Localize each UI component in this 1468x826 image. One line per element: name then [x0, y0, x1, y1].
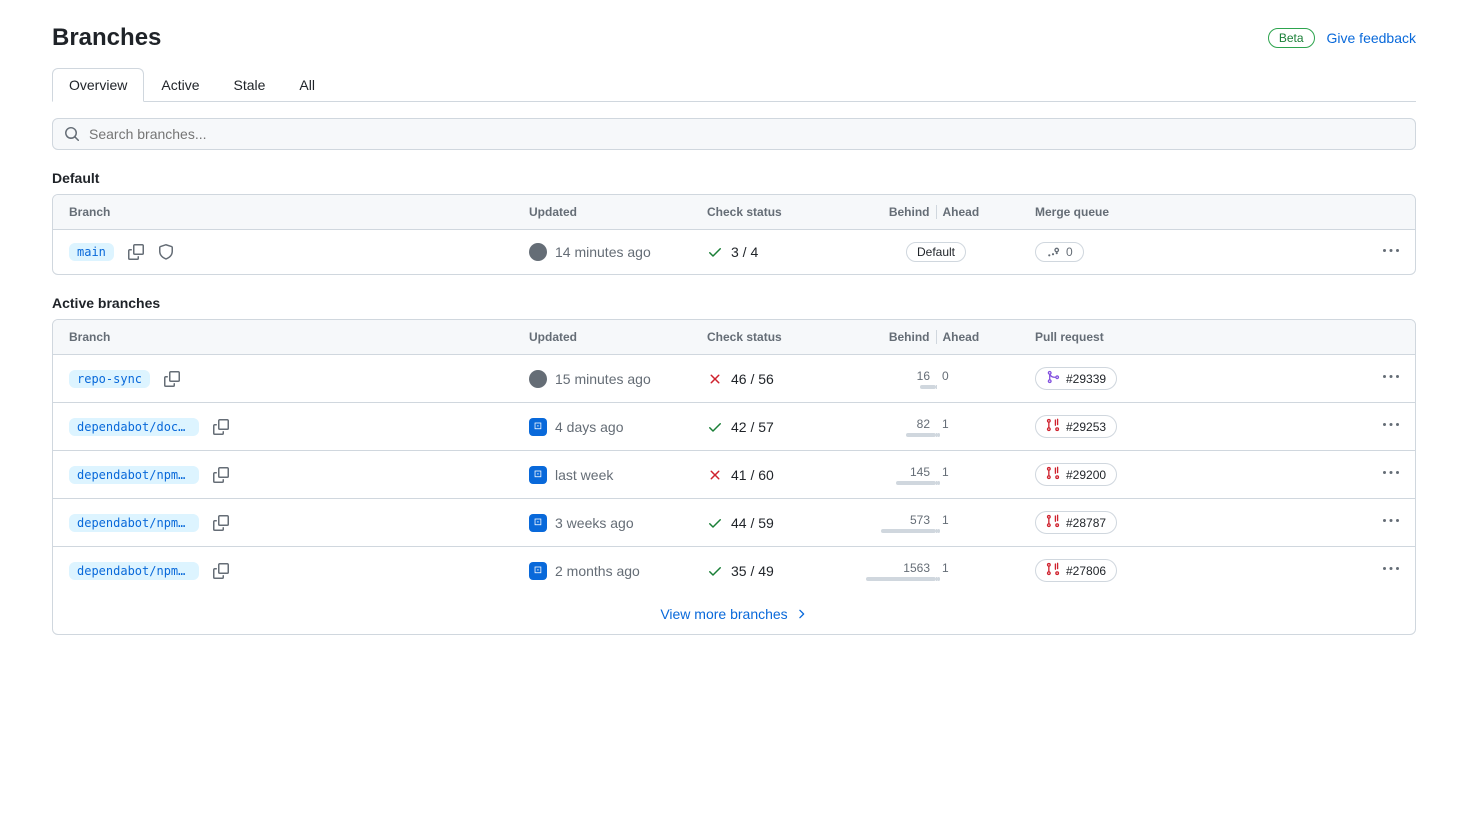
branch-name[interactable]: dependabot/npm_an… — [69, 514, 199, 532]
branch-name[interactable]: dependabot/npm_an… — [69, 466, 199, 484]
row-actions-button[interactable] — [1383, 513, 1399, 532]
page-title: Branches — [52, 24, 161, 52]
table-row: dependabot/docker… ⊡ 4 days ago 42 / 57 … — [53, 403, 1415, 451]
table-row: main 14 minutes ago 3 / 4 Default 0 — [53, 230, 1415, 274]
check-status[interactable]: 46 / 56 — [731, 371, 774, 387]
updated-time: last week — [555, 467, 613, 483]
behind-ahead[interactable]: 16 0 — [857, 369, 1015, 389]
table-row: dependabot/npm_an… ⊡ 2 months ago 35 / 4… — [53, 547, 1415, 594]
check-status[interactable]: 3 / 4 — [731, 244, 758, 260]
col-check: Check status — [707, 205, 857, 219]
table-row: dependabot/npm_an… ⊡ 3 weeks ago 44 / 59… — [53, 499, 1415, 547]
avatar[interactable] — [529, 243, 547, 261]
pull-request-badge[interactable]: #29200 — [1035, 463, 1117, 486]
col-behind-ahead: Behind Ahead — [857, 205, 1015, 219]
updated-time: 3 weeks ago — [555, 515, 634, 531]
behind-ahead[interactable]: 82 1 — [857, 417, 1015, 437]
merge-queue-badge[interactable]: 0 — [1035, 242, 1084, 262]
default-table: Branch Updated Check status Behind Ahead… — [52, 194, 1416, 275]
col-branch: Branch — [69, 205, 529, 219]
col-merge-queue: Merge queue — [1015, 205, 1359, 219]
behind-ahead[interactable]: 573 1 — [857, 513, 1015, 533]
table-row: dependabot/npm_an… ⊡ last week 41 / 60 1… — [53, 451, 1415, 499]
copy-icon[interactable] — [213, 419, 229, 435]
behind-ahead[interactable]: 145 1 — [857, 465, 1015, 485]
pull-request-icon — [1046, 466, 1060, 483]
shield-icon[interactable] — [158, 244, 174, 260]
view-more: View more branches — [53, 594, 1415, 634]
updated-time: 2 months ago — [555, 563, 640, 579]
branch-name[interactable]: main — [69, 243, 114, 261]
view-more-link[interactable]: View more branches — [660, 606, 807, 622]
beta-badge: Beta — [1268, 28, 1315, 48]
pull-request-icon — [1046, 514, 1060, 531]
copy-icon[interactable] — [213, 563, 229, 579]
tabs: Overview Active Stale All — [52, 68, 1416, 102]
give-feedback-link[interactable]: Give feedback — [1327, 30, 1417, 46]
tab-overview[interactable]: Overview — [52, 68, 144, 102]
bot-avatar[interactable]: ⊡ — [529, 418, 547, 436]
active-table: Branch Updated Check status Behind Ahead… — [52, 319, 1416, 635]
pull-request-icon — [1046, 370, 1060, 387]
copy-icon[interactable] — [164, 371, 180, 387]
copy-icon[interactable] — [128, 244, 144, 260]
pull-request-icon — [1046, 562, 1060, 579]
search-icon — [64, 126, 80, 142]
branch-name[interactable]: dependabot/npm_an… — [69, 562, 199, 580]
updated-time: 14 minutes ago — [555, 244, 651, 260]
active-section-title: Active branches — [52, 295, 1416, 311]
chevron-right-icon — [794, 607, 808, 621]
search-input[interactable] — [52, 118, 1416, 150]
row-actions-button[interactable] — [1383, 369, 1399, 388]
tab-stale[interactable]: Stale — [216, 68, 282, 101]
branch-name[interactable]: dependabot/docker… — [69, 418, 199, 436]
page-header: Branches Beta Give feedback — [52, 24, 1416, 52]
bot-avatar[interactable]: ⊡ — [529, 466, 547, 484]
row-actions-button[interactable] — [1383, 465, 1399, 484]
pull-request-badge[interactable]: #27806 — [1035, 559, 1117, 582]
default-badge: Default — [906, 242, 966, 262]
check-status[interactable]: 44 / 59 — [731, 515, 774, 531]
tab-active[interactable]: Active — [144, 68, 216, 101]
table-row: repo-sync 15 minutes ago 46 / 56 16 0 — [53, 355, 1415, 403]
pull-request-icon — [1046, 418, 1060, 435]
copy-icon[interactable] — [213, 515, 229, 531]
merge-queue-icon — [1046, 245, 1060, 259]
check-status[interactable]: 42 / 57 — [731, 419, 774, 435]
updated-time: 15 minutes ago — [555, 371, 651, 387]
updated-time: 4 days ago — [555, 419, 624, 435]
bot-avatar[interactable]: ⊡ — [529, 562, 547, 580]
check-status[interactable]: 35 / 49 — [731, 563, 774, 579]
behind-ahead[interactable]: 1563 1 — [857, 561, 1015, 581]
table-header: Branch Updated Check status Behind Ahead… — [53, 320, 1415, 355]
check-status[interactable]: 41 / 60 — [731, 467, 774, 483]
bot-avatar[interactable]: ⊡ — [529, 514, 547, 532]
default-section-title: Default — [52, 170, 1416, 186]
branch-name[interactable]: repo-sync — [69, 370, 150, 388]
row-actions-button[interactable] — [1383, 561, 1399, 580]
tab-all[interactable]: All — [282, 68, 332, 101]
check-icon — [707, 244, 723, 260]
search-box — [52, 118, 1416, 150]
pull-request-badge[interactable]: #28787 — [1035, 511, 1117, 534]
row-actions-button[interactable] — [1383, 417, 1399, 436]
pull-request-badge[interactable]: #29339 — [1035, 367, 1117, 390]
pull-request-badge[interactable]: #29253 — [1035, 415, 1117, 438]
row-actions-button[interactable] — [1383, 243, 1399, 262]
table-header: Branch Updated Check status Behind Ahead… — [53, 195, 1415, 230]
col-updated: Updated — [529, 205, 707, 219]
avatar[interactable] — [529, 370, 547, 388]
copy-icon[interactable] — [213, 467, 229, 483]
